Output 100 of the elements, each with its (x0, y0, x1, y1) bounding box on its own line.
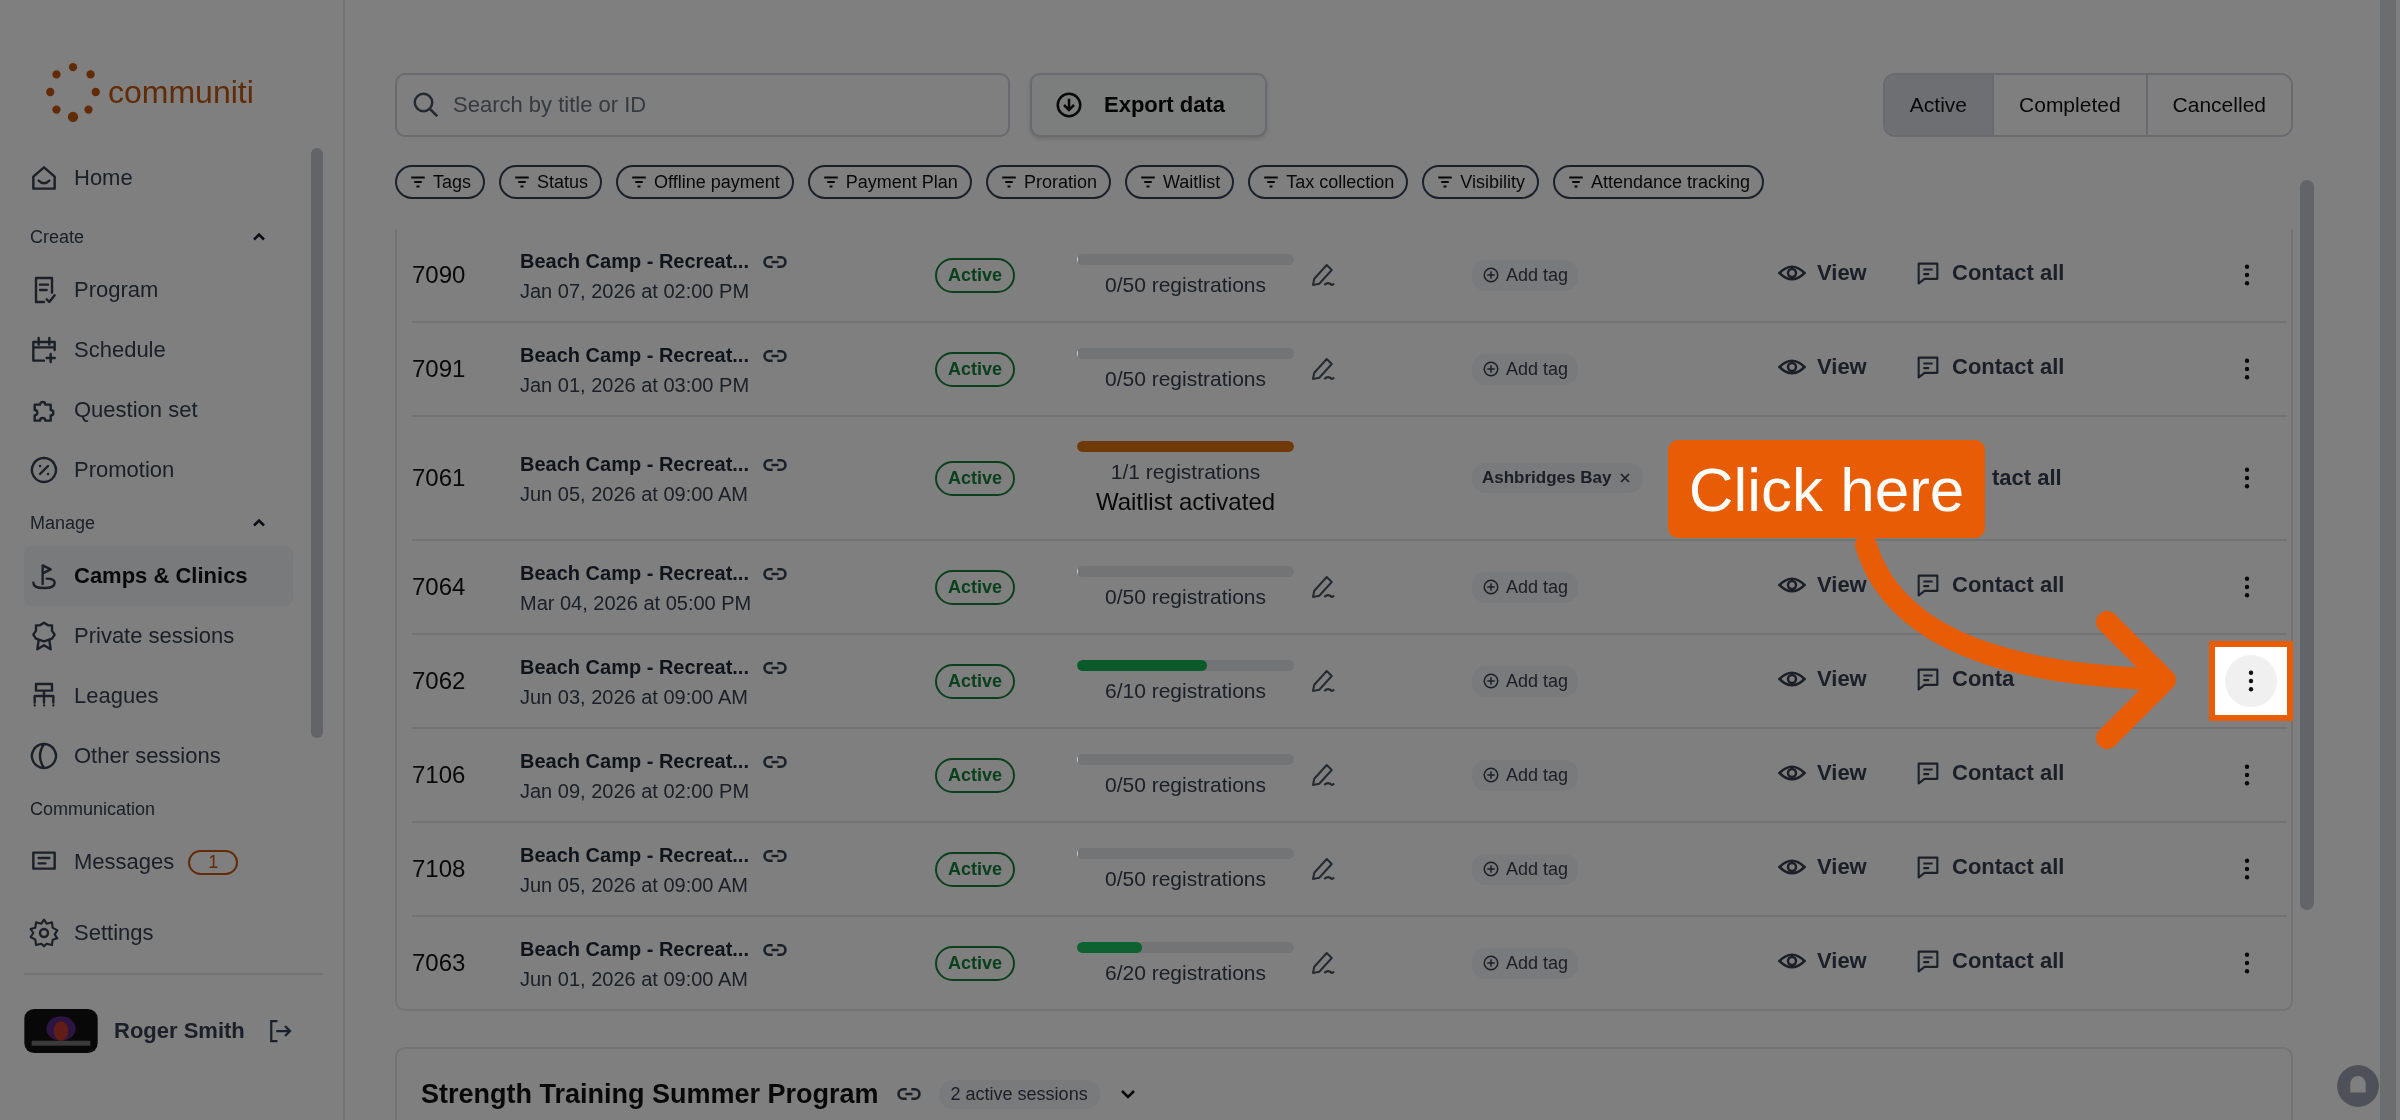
filter-chip[interactable]: Attendance tracking (1553, 165, 1765, 199)
contact-link[interactable]: Contact all (1914, 353, 2065, 381)
filter-chip[interactable]: Visibility (1422, 165, 1539, 199)
callout-label: Click here (1668, 440, 1985, 538)
session-id: 7061 (412, 464, 467, 492)
filter-chip[interactable]: Waitlist (1124, 165, 1235, 199)
add-tag-button[interactable]: Add tag (1472, 353, 1579, 385)
status-badge: Active (935, 257, 1016, 293)
session-date: Jun 05, 2026 at 09:00 AM (520, 482, 749, 506)
add-tag-button[interactable]: Add tag (1472, 259, 1579, 291)
contact-link[interactable]: Contact all (1914, 259, 2065, 287)
more-icon (2244, 358, 2250, 380)
waitlist-note: Waitlist activated (1095, 487, 1276, 516)
filter-chip[interactable]: Payment Plan (807, 165, 972, 199)
status-badge: Active (935, 757, 1016, 793)
scrollbar[interactable] (311, 148, 323, 738)
add-tag-button[interactable]: Add tag (1472, 665, 1579, 697)
section-label: Manage (30, 512, 96, 534)
settings-link[interactable]: Settings (24, 903, 323, 963)
registrations-count: 0/50 registrations (1104, 272, 1267, 297)
contact-link[interactable]: Conta (1914, 665, 2015, 693)
session-id: 7064 (412, 573, 467, 601)
filter-chip[interactable]: Proration (985, 165, 1111, 199)
scrollbar[interactable] (2380, 0, 2396, 1120)
tab[interactable]: Cancelled (2145, 75, 2291, 135)
more-icon (2244, 264, 2250, 286)
search-field[interactable]: Search by title or ID (395, 73, 1010, 137)
program-title[interactable]: Strength Training Summer Program (421, 1078, 879, 1110)
add-tag-button[interactable]: Add tag (1472, 571, 1579, 603)
status-badge: Active (935, 945, 1016, 981)
filter-chip[interactable]: Tags (395, 165, 486, 199)
sessions-badge: 2 active sessions (938, 1079, 1100, 1109)
session-title[interactable]: Beach Camp - Recreat... (520, 656, 749, 679)
view-link[interactable]: View (1777, 664, 1867, 694)
more-icon (2244, 576, 2250, 598)
contact-link[interactable]: Contact all (1914, 759, 2065, 787)
more-icon (2244, 467, 2250, 489)
section-label: Communication (30, 798, 156, 820)
nav-item[interactable]: Other sessions (24, 726, 293, 786)
registrations-count: 6/20 registrations (1104, 960, 1267, 985)
session-title[interactable]: Beach Camp - Recreat... (520, 453, 749, 476)
view-link[interactable]: View (1777, 758, 1867, 788)
registrations-count: 0/50 registrations (1104, 866, 1267, 891)
notification-icon[interactable] (2336, 1064, 2380, 1108)
session-title[interactable]: Beach Camp - Recreat... (520, 750, 749, 773)
session-title[interactable]: Beach Camp - Recreat... (520, 938, 749, 961)
filter-chip[interactable]: Offline payment (616, 165, 794, 199)
session-id: 7108 (412, 855, 467, 883)
session-date: Jun 03, 2026 at 09:00 AM (520, 685, 749, 709)
status-badge: Active (935, 351, 1016, 387)
session-title[interactable]: Beach Camp - Recreat... (520, 250, 749, 273)
nav-item[interactable]: Camps & Clinics (24, 546, 293, 606)
nav-item[interactable]: Promotion (24, 440, 293, 500)
session-id: 7106 (412, 761, 467, 789)
section-label: Create (30, 226, 85, 248)
view-link[interactable]: View (1777, 946, 1867, 976)
plus-circle-icon (1482, 860, 1500, 878)
contact-link[interactable]: Contact all (1914, 853, 2065, 881)
filter-chip[interactable]: Tax collection (1248, 165, 1409, 199)
scrollbar[interactable] (2300, 180, 2314, 910)
registrations-count: 0/50 registrations (1104, 366, 1267, 391)
session-title[interactable]: Beach Camp - Recreat... (520, 344, 749, 367)
view-link[interactable]: View (1777, 852, 1867, 882)
session-title[interactable]: Beach Camp - Recreat... (520, 562, 749, 585)
export-button[interactable]: Export data (1030, 73, 1268, 137)
nav-item[interactable]: Program (24, 260, 293, 320)
contact-link[interactable]: Contact all (1914, 571, 2065, 599)
plus-circle-icon (1482, 954, 1500, 972)
contact-link[interactable]: Contact all (1914, 947, 2065, 975)
status-badge: Active (935, 851, 1016, 887)
nav-item[interactable]: Question set (24, 380, 293, 440)
registrations-count: 0/50 registrations (1104, 584, 1267, 609)
plus-circle-icon (1482, 672, 1500, 690)
more-icon (2244, 858, 2250, 880)
tag-label: Ashbridges Bay (1482, 468, 1612, 488)
session-id: 7063 (412, 949, 467, 977)
view-link[interactable]: View (1777, 570, 1867, 600)
session-date: Jan 09, 2026 at 02:00 PM (520, 779, 751, 803)
nav-item[interactable]: Schedule (24, 320, 293, 380)
session-title[interactable]: Beach Camp - Recreat... (520, 844, 749, 867)
status-badge: Active (935, 569, 1016, 605)
nav-item[interactable]: Messages 1 (24, 832, 293, 892)
add-tag-button[interactable]: Add tag (1472, 759, 1579, 791)
registrations-count: 6/10 registrations (1104, 678, 1267, 703)
nav-item[interactable]: Private sessions (24, 606, 293, 666)
nav-item[interactable]: Leagues (24, 666, 293, 726)
view-link[interactable]: View (1777, 258, 1867, 288)
add-tag-button[interactable]: Add tag (1472, 853, 1579, 885)
more-icon (2248, 670, 2254, 692)
add-tag-button[interactable]: Add tag (1472, 947, 1579, 979)
nav-item[interactable]: Home (24, 148, 293, 208)
status-badge: Active (935, 460, 1016, 496)
view-link[interactable]: View (1777, 352, 1867, 382)
session-id: 7091 (412, 355, 467, 383)
filter-chip[interactable]: Status (499, 165, 603, 199)
session-id: 7062 (412, 667, 467, 695)
registrations-count: 1/1 registrations (1110, 459, 1261, 484)
more-icon (2244, 952, 2250, 974)
contact-link[interactable]: tact all (1992, 465, 2062, 491)
tab[interactable]: Active (1884, 75, 1993, 135)
